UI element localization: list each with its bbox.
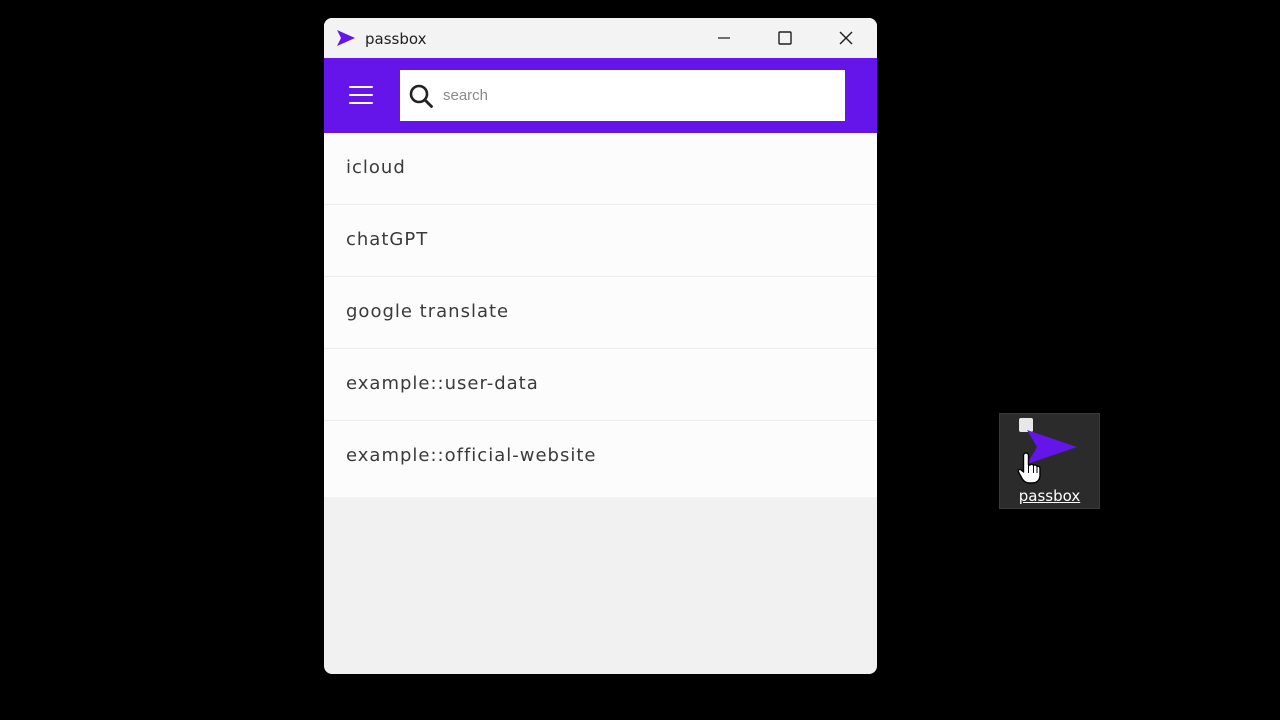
desktop-shortcut-passbox[interactable]: passbox: [999, 413, 1100, 509]
search-input[interactable]: [443, 70, 833, 121]
close-icon: [839, 31, 853, 45]
list-item-label: chatGPT: [346, 229, 429, 250]
list-item-label: example::user-data: [346, 373, 539, 394]
maximize-icon: [778, 31, 792, 45]
hamburger-menu-icon[interactable]: [346, 82, 376, 108]
list-item[interactable]: example::official-website: [324, 421, 877, 497]
search-icon: [409, 84, 433, 108]
window-title: passbox: [365, 30, 427, 48]
passbox-logo-icon: [337, 30, 355, 46]
hand-cursor-icon: [1017, 452, 1041, 484]
minimize-icon: [718, 37, 730, 39]
list-item[interactable]: google translate: [324, 277, 877, 349]
list-item-label: icloud: [346, 157, 406, 178]
search-box[interactable]: [400, 70, 845, 121]
maximize-button[interactable]: [755, 18, 815, 58]
list-item-label: google translate: [346, 301, 510, 322]
minimize-button[interactable]: [694, 18, 754, 58]
list-item[interactable]: icloud: [324, 133, 877, 205]
list-item-label: example::official-website: [346, 445, 597, 466]
list-item[interactable]: chatGPT: [324, 205, 877, 277]
entry-list: icloud chatGPT google translate example:…: [324, 133, 877, 497]
list-item[interactable]: example::user-data: [324, 349, 877, 421]
app-window: passbox search icloud chatGPT google tra…: [324, 18, 877, 674]
desktop-shortcut-label: passbox: [1018, 487, 1081, 505]
close-button[interactable]: [816, 18, 876, 58]
app-bar: [324, 58, 877, 133]
title-bar[interactable]: passbox: [324, 18, 877, 58]
